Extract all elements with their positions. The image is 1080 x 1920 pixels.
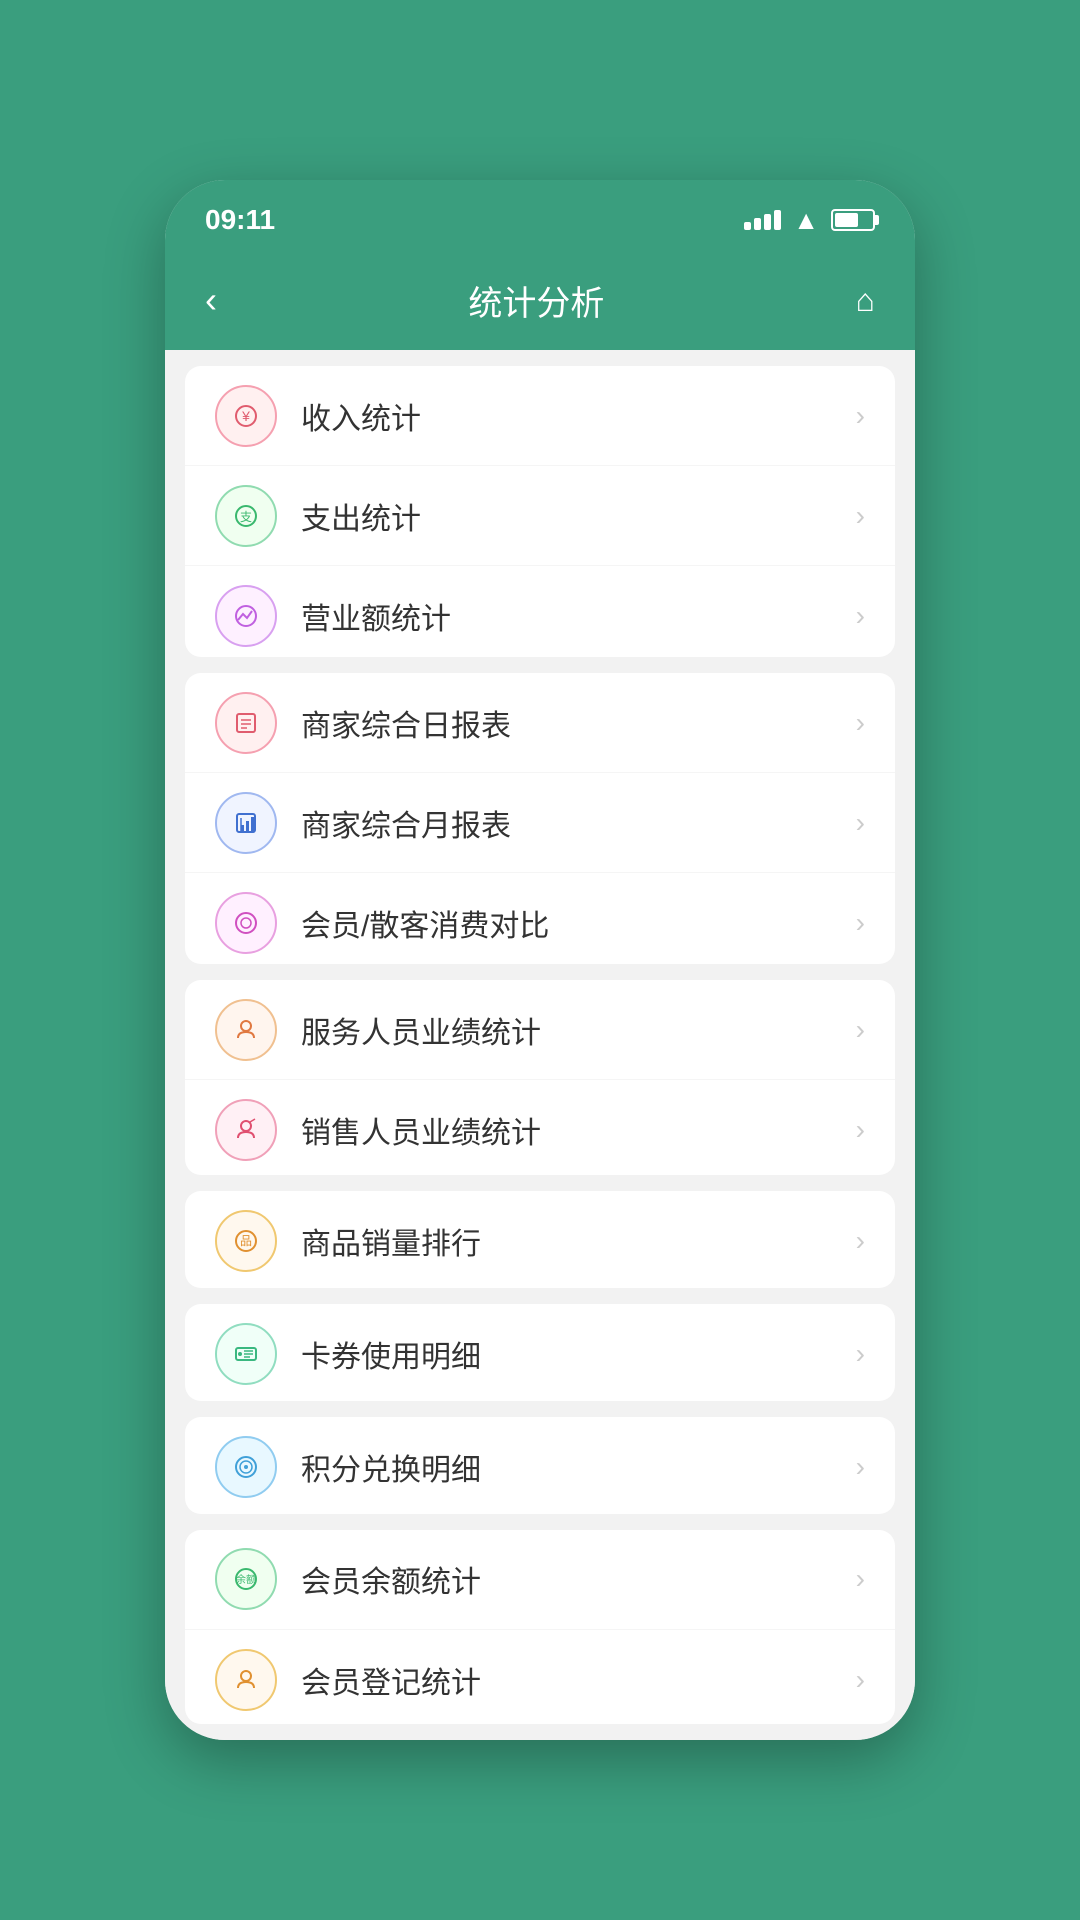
member-compare-arrow: › — [856, 907, 865, 939]
sales-staff-label: 销售人员业绩统计 — [301, 1108, 856, 1152]
revenue-arrow: › — [856, 600, 865, 632]
menu-item-member-compare[interactable]: 会员/散客消费对比› — [185, 873, 895, 964]
monthly-report-icon — [215, 792, 277, 854]
sales-staff-icon — [215, 1099, 277, 1161]
daily-report-arrow: › — [856, 707, 865, 739]
battery-icon — [831, 209, 875, 231]
monthly-report-arrow: › — [856, 807, 865, 839]
revenue-label: 营业额统计 — [301, 594, 856, 638]
service-staff-icon — [215, 999, 277, 1061]
menu-item-product-rank[interactable]: 品 商品销量排行› — [185, 1191, 895, 1288]
member-register-icon — [215, 1649, 277, 1711]
status-right: ▲ — [744, 205, 875, 236]
daily-report-icon — [215, 692, 277, 754]
menu-item-monthly-report[interactable]: 商家综合月报表› — [185, 773, 895, 873]
menu-item-member-register[interactable]: 会员登记统计› — [185, 1630, 895, 1724]
status-bar: 09:11 ▲ — [165, 180, 915, 260]
revenue-icon — [215, 585, 277, 647]
nav-bar: ‹ 统计分析 ⌂ — [165, 260, 915, 350]
product-rank-icon: 品 — [215, 1210, 277, 1272]
income-arrow: › — [856, 400, 865, 432]
home-button[interactable]: ⌂ — [856, 282, 875, 319]
daily-report-label: 商家综合日报表 — [301, 701, 856, 745]
svg-text:支: 支 — [240, 510, 252, 524]
menu-item-expense[interactable]: 支 支出统计› — [185, 466, 895, 566]
menu-item-member-balance[interactable]: 余额 会员余额统计› — [185, 1530, 895, 1630]
wifi-icon: ▲ — [793, 205, 819, 236]
member-balance-arrow: › — [856, 1563, 865, 1595]
member-register-arrow: › — [856, 1664, 865, 1696]
svg-text:¥: ¥ — [241, 408, 250, 424]
sales-staff-arrow: › — [856, 1114, 865, 1146]
section-points: 积分兑换明细› — [185, 1417, 895, 1514]
section-reports: 商家综合日报表› 商家综合月报表› 会员/散客消费对比› — [185, 673, 895, 964]
service-staff-label: 服务人员业绩统计 — [301, 1008, 856, 1052]
phone-container: 09:11 ▲ ‹ 统计分析 ⌂ ¥ 收入统计› 支 支出统计› — [165, 180, 915, 1740]
expense-arrow: › — [856, 500, 865, 532]
points-detail-icon — [215, 1436, 277, 1498]
menu-item-sales-staff[interactable]: 销售人员业绩统计› — [185, 1080, 895, 1174]
income-label: 收入统计 — [301, 394, 856, 438]
section-staff: 服务人员业绩统计› 销售人员业绩统计› — [185, 980, 895, 1174]
coupon-detail-icon — [215, 1323, 277, 1385]
member-balance-label: 会员余额统计 — [301, 1557, 856, 1601]
product-rank-label: 商品销量排行 — [301, 1219, 856, 1263]
coupon-detail-arrow: › — [856, 1338, 865, 1370]
back-button[interactable]: ‹ — [205, 279, 217, 321]
coupon-detail-label: 卡券使用明细 — [301, 1332, 856, 1376]
member-compare-icon — [215, 892, 277, 954]
menu-item-points-detail[interactable]: 积分兑换明细› — [185, 1417, 895, 1514]
points-detail-label: 积分兑换明细 — [301, 1445, 856, 1489]
svg-text:品: 品 — [240, 1234, 252, 1248]
service-staff-arrow: › — [856, 1014, 865, 1046]
menu-item-service-staff[interactable]: 服务人员业绩统计› — [185, 980, 895, 1080]
income-icon: ¥ — [215, 385, 277, 447]
signal-icon — [744, 210, 781, 230]
content-area: ¥ 收入统计› 支 支出统计› 营业额统计› 商家综合日报表› 商家综合月报表›… — [165, 350, 915, 1740]
expense-icon: 支 — [215, 485, 277, 547]
menu-item-revenue[interactable]: 营业额统计› — [185, 566, 895, 657]
menu-item-income[interactable]: ¥ 收入统计› — [185, 366, 895, 466]
page-title: 统计分析 — [468, 276, 604, 325]
section-member: 余额 会员余额统计› 会员登记统计› — [185, 1530, 895, 1724]
section-stats: ¥ 收入统计› 支 支出统计› 营业额统计› — [185, 366, 895, 657]
menu-item-coupon-detail[interactable]: 卡券使用明细› — [185, 1304, 895, 1401]
section-coupon: 卡券使用明细› — [185, 1304, 895, 1401]
menu-item-daily-report[interactable]: 商家综合日报表› — [185, 673, 895, 773]
member-register-label: 会员登记统计 — [301, 1658, 856, 1702]
section-product: 品 商品销量排行› — [185, 1191, 895, 1288]
points-detail-arrow: › — [856, 1451, 865, 1483]
member-balance-icon: 余额 — [215, 1548, 277, 1610]
product-rank-arrow: › — [856, 1225, 865, 1257]
monthly-report-label: 商家综合月报表 — [301, 801, 856, 845]
member-compare-label: 会员/散客消费对比 — [301, 901, 856, 945]
status-time: 09:11 — [205, 204, 275, 236]
svg-text:余额: 余额 — [236, 1573, 256, 1586]
expense-label: 支出统计 — [301, 494, 856, 538]
